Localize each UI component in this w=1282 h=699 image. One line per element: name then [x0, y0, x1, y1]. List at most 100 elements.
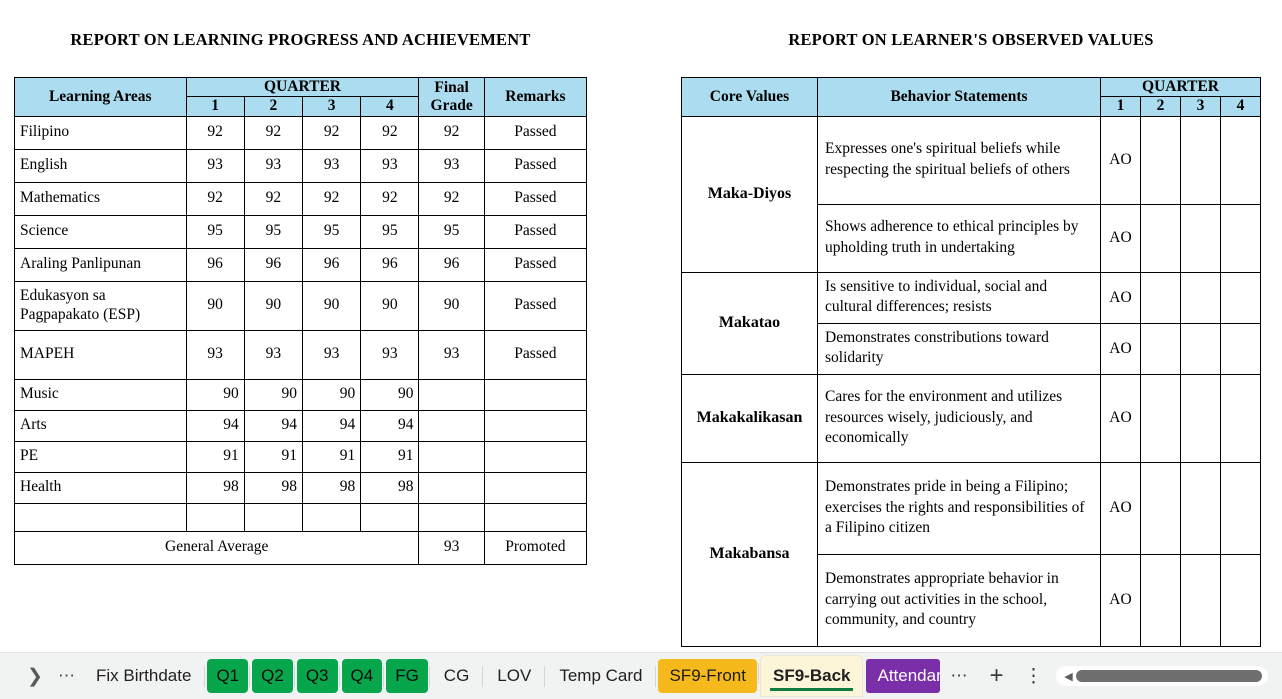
cell-q4[interactable]: 95 — [360, 214, 420, 249]
cell-q1[interactable]: 94 — [185, 409, 245, 442]
cell-behavior-statement[interactable]: Shows adherence to ethical principles by… — [817, 203, 1101, 273]
cell-q1[interactable]: AO — [1100, 271, 1141, 324]
cell-core-value[interactable]: Makabansa — [681, 462, 818, 647]
cell-behavior-statement[interactable]: Demonstrates appropriate behavior in car… — [817, 554, 1101, 647]
sheet-tab-fg[interactable]: FG — [383, 659, 428, 693]
cell-q3[interactable]: 95 — [301, 214, 362, 249]
cell-q2[interactable]: 94 — [243, 409, 303, 442]
cell-q2[interactable] — [1140, 374, 1181, 463]
cell-final-grade[interactable]: 96 — [418, 247, 485, 282]
cell-final-grade[interactable]: 90 — [418, 280, 485, 331]
cell-learning-area[interactable]: Health — [14, 471, 187, 504]
cell-q4[interactable] — [1219, 203, 1262, 273]
table-row[interactable]: Makakalikasan Cares for the environment … — [681, 374, 1262, 463]
cell-q1[interactable]: AO — [1100, 554, 1141, 647]
cell-q2[interactable]: 90 — [243, 280, 303, 331]
cell-learning-area[interactable]: English — [14, 148, 187, 183]
cell-q2[interactable] — [1140, 271, 1181, 324]
cell-q4[interactable]: 92 — [360, 181, 420, 216]
table-row[interactable]: English 93 93 93 93 93 Passed — [14, 148, 588, 183]
cell-q1[interactable]: AO — [1100, 115, 1141, 205]
cell-q4[interactable]: 90 — [360, 280, 420, 331]
table-row[interactable]: Araling Panlipunan 96 96 96 96 96 Passed — [14, 247, 588, 282]
cell-q2[interactable]: 93 — [243, 148, 303, 183]
sheet-tab-sf9-front[interactable]: SF9-Front — [655, 659, 757, 693]
cell-q3[interactable] — [1180, 554, 1221, 647]
sheet-tab-q2[interactable]: Q2 — [249, 659, 293, 693]
table-row[interactable]: Edukasyon sa Pagpapakato (ESP) 90 90 90 … — [14, 280, 588, 331]
cell-core-value[interactable]: Maka-Diyos — [681, 115, 818, 273]
cell-q1[interactable]: AO — [1100, 462, 1141, 555]
cell-q1[interactable]: 95 — [185, 214, 245, 249]
sheet-tab-fix-birthdate[interactable]: Fix Birthdate — [84, 659, 203, 693]
cell-q3[interactable] — [1180, 462, 1221, 555]
cell-q3[interactable]: 90 — [301, 280, 362, 331]
cell-q3[interactable] — [1180, 203, 1221, 273]
cell-remarks[interactable]: Passed — [483, 280, 588, 331]
cell-q3[interactable]: 90 — [301, 378, 362, 411]
cell-q4[interactable] — [1219, 462, 1262, 555]
sheet-tabs[interactable]: Fix Birthdate Q1 Q2 Q3 Q4 FG CG LOV Temp… — [82, 653, 942, 699]
table-row[interactable]: Mathematics 92 92 92 92 92 Passed — [14, 181, 588, 216]
cell-final-grade[interactable]: 92 — [418, 181, 485, 216]
cell-q3[interactable]: 91 — [301, 440, 362, 473]
cell-learning-area[interactable]: Filipino — [14, 115, 187, 150]
cell-q4[interactable]: 91 — [360, 440, 420, 473]
sheet-list-ellipsis-icon[interactable]: ⋯ — [52, 666, 82, 686]
cell-q1[interactable]: AO — [1100, 203, 1141, 273]
general-average-remarks[interactable]: Promoted — [483, 530, 588, 565]
cell-remarks[interactable]: Passed — [483, 329, 588, 380]
sheet-tab-sf9-back[interactable]: SF9-Back — [757, 656, 863, 696]
cell-final-grade[interactable] — [418, 471, 485, 504]
scrollbar-track[interactable] — [1076, 670, 1264, 682]
cell-q2[interactable] — [1140, 322, 1181, 376]
table-subrow[interactable]: Arts 94 94 94 94 — [14, 409, 588, 442]
cell-q4[interactable]: 96 — [360, 247, 420, 282]
sheet-tab-lov[interactable]: LOV — [482, 659, 543, 693]
cell-final-grade[interactable] — [418, 378, 485, 411]
cell-q2[interactable]: 92 — [243, 181, 303, 216]
cell-q4[interactable]: 93 — [360, 329, 420, 380]
sheet-tab-bar[interactable]: ❯ ⋯ Fix Birthdate Q1 Q2 Q3 Q4 FG CG LOV … — [0, 652, 1282, 699]
cell-remarks[interactable]: Passed — [483, 115, 588, 150]
cell-q1[interactable]: 92 — [185, 115, 245, 150]
cell-q4[interactable]: 92 — [360, 115, 420, 150]
table-row[interactable]: Makatao Is sensitive to individual, soci… — [681, 271, 1262, 376]
table-row[interactable]: Makabansa Demonstrates pride in being a … — [681, 462, 1262, 647]
cell-final-grade[interactable] — [418, 502, 485, 532]
sheet-tab-attendance[interactable]: Attendance — [866, 659, 941, 693]
table-subrow[interactable]: Health 98 98 98 98 — [14, 471, 588, 504]
cell-remarks[interactable]: Passed — [483, 214, 588, 249]
cell-q2[interactable]: 95 — [243, 214, 303, 249]
cell-remarks[interactable] — [483, 409, 588, 442]
cell-q1[interactable]: 90 — [185, 378, 245, 411]
cell-q4[interactable]: 93 — [360, 148, 420, 183]
cell-final-grade[interactable] — [418, 409, 485, 442]
cell-core-value[interactable]: Makakalikasan — [681, 374, 818, 463]
cell-remarks[interactable] — [483, 378, 588, 411]
horizontal-scrollbar[interactable]: ◀ — [1056, 666, 1268, 686]
scroll-left-triangle-icon[interactable]: ◀ — [1060, 668, 1076, 684]
cell-q1[interactable]: AO — [1100, 322, 1141, 376]
cell-q1[interactable]: 98 — [185, 471, 245, 504]
cell-behavior-statement[interactable]: Is sensitive to individual, social and c… — [817, 271, 1101, 324]
cell-behavior-statement[interactable]: Demonstrates pride in being a Filipino; … — [817, 462, 1101, 555]
cell-q1[interactable]: AO — [1100, 374, 1141, 463]
cell-q1[interactable]: 90 — [185, 280, 245, 331]
table-row[interactable]: Science 95 95 95 95 95 Passed — [14, 214, 588, 249]
cell-q2[interactable] — [1140, 203, 1181, 273]
sheet-tab-temp-card[interactable]: Temp Card — [544, 659, 654, 693]
cell-q4[interactable] — [1219, 322, 1262, 376]
general-average-value[interactable]: 93 — [418, 530, 485, 565]
cell-q1[interactable]: 96 — [185, 247, 245, 282]
cell-q3[interactable]: 92 — [301, 115, 362, 150]
cell-q4[interactable] — [1219, 115, 1262, 205]
cell-remarks[interactable]: Passed — [483, 181, 588, 216]
cell-q2[interactable] — [1140, 462, 1181, 555]
cell-q3[interactable]: 98 — [301, 471, 362, 504]
cell-q2[interactable]: 92 — [243, 115, 303, 150]
cell-q3[interactable]: 93 — [301, 329, 362, 380]
cell-q2[interactable] — [1140, 554, 1181, 647]
cell-behavior-statement[interactable]: Cares for the environment and utilizes r… — [817, 374, 1101, 463]
table-subrow[interactable]: PE 91 91 91 91 — [14, 440, 588, 473]
